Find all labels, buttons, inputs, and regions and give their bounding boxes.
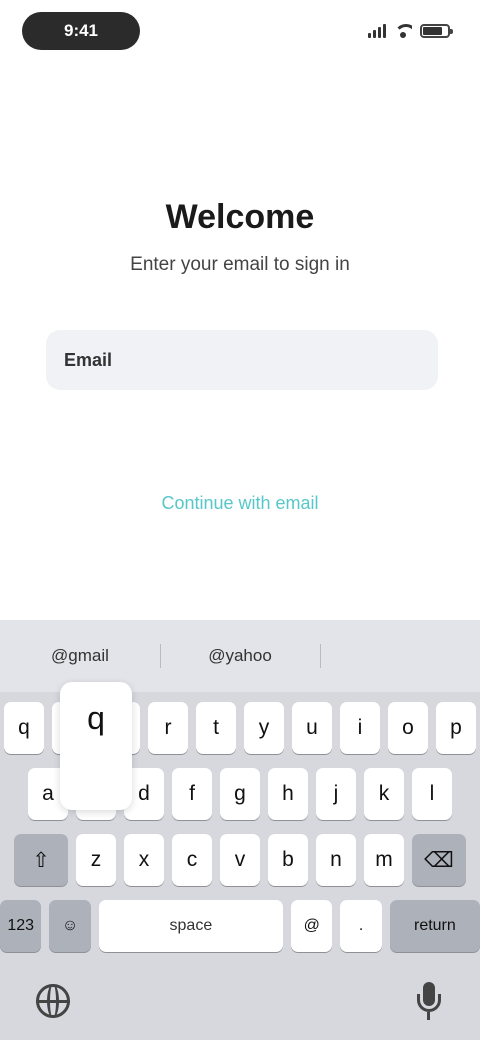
suggestion-2[interactable]: @yahoo [160, 636, 320, 676]
backspace-key[interactable]: ⌫ [412, 834, 466, 886]
page-subtitle: Enter your email to sign in [130, 254, 350, 275]
wifi-icon [394, 24, 412, 38]
at-key[interactable]: @ [291, 900, 333, 952]
status-time: 9:41 [22, 12, 140, 50]
suggestion-3[interactable] [320, 636, 480, 676]
key-q[interactable]: q [4, 702, 44, 754]
key-row-3: ⇧ z x c v b n m ⌫ [0, 834, 480, 886]
key-c[interactable]: c [172, 834, 212, 886]
status-icons [368, 20, 453, 42]
globe-icon[interactable] [36, 984, 70, 1018]
keyboard-bottom-bar [0, 970, 480, 1040]
key-t[interactable]: t [196, 702, 236, 754]
key-row-4: 123 ☺ space @ . return [0, 900, 480, 952]
key-j[interactable]: j [316, 768, 356, 820]
space-key[interactable]: space [98, 900, 284, 952]
key-n[interactable]: n [316, 834, 356, 886]
period-key[interactable]: . [340, 900, 382, 952]
key-p[interactable]: p [436, 702, 476, 754]
page-title: Welcome [165, 198, 315, 236]
email-field[interactable]: Email [46, 330, 438, 390]
key-l[interactable]: l [412, 768, 452, 820]
continue-with-email-link[interactable]: Continue with email [120, 486, 360, 520]
key-m[interactable]: m [364, 834, 404, 886]
shift-key[interactable]: ⇧ [14, 834, 68, 886]
key-u[interactable]: u [292, 702, 332, 754]
screen: 9:41 Welcome Enter your email to sign in… [0, 0, 480, 1040]
key-preview-popup: q [60, 682, 132, 810]
microphone-icon[interactable] [416, 982, 442, 1022]
key-x[interactable]: x [124, 834, 164, 886]
emoji-key[interactable]: ☺ [49, 900, 91, 952]
suggestion-1[interactable]: @gmail [0, 636, 160, 676]
return-key[interactable]: return [389, 900, 480, 952]
email-label: Email [64, 349, 113, 370]
keyboard: @gmail @yahoo q w e r t y u i o p a s d … [0, 620, 480, 1040]
numbers-key[interactable]: 123 [0, 900, 42, 952]
key-z[interactable]: z [76, 834, 116, 886]
email-input[interactable] [126, 349, 420, 371]
key-r[interactable]: r [148, 702, 188, 754]
key-f[interactable]: f [172, 768, 212, 820]
key-i[interactable]: i [340, 702, 380, 754]
key-y[interactable]: y [244, 702, 284, 754]
key-h[interactable]: h [268, 768, 308, 820]
battery-icon [420, 24, 453, 38]
key-v[interactable]: v [220, 834, 260, 886]
key-b[interactable]: b [268, 834, 308, 886]
key-g[interactable]: g [220, 768, 260, 820]
signal-icon [368, 24, 386, 38]
key-o[interactable]: o [388, 702, 428, 754]
status-bar: 9:41 [0, 0, 480, 70]
key-k[interactable]: k [364, 768, 404, 820]
